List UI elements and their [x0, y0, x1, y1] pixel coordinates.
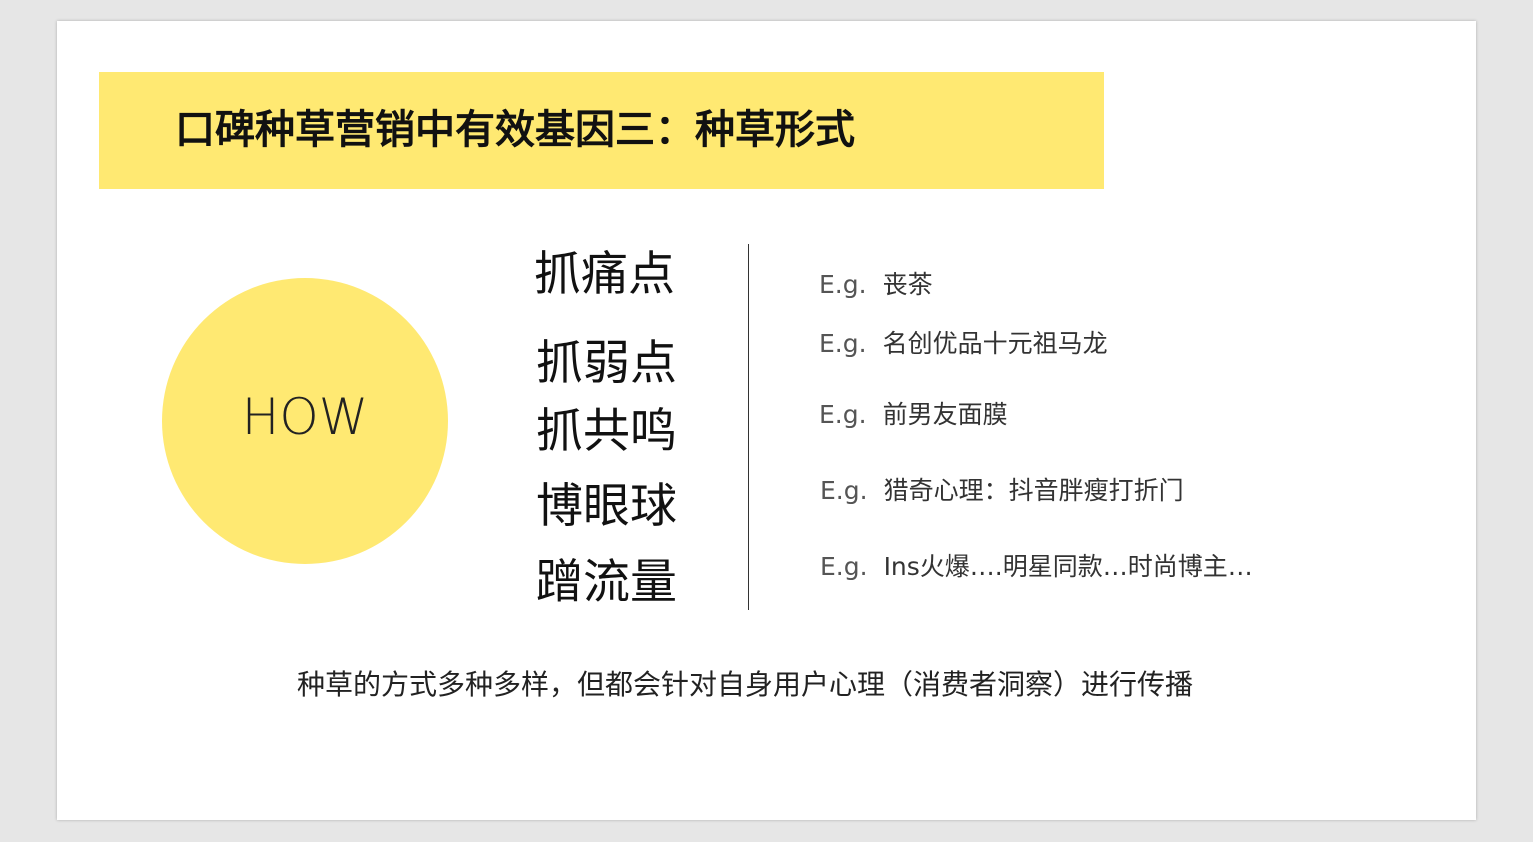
how-label: HOW	[241, 388, 369, 446]
example-prefix: E.g.	[819, 400, 867, 429]
vertical-divider	[748, 244, 749, 610]
slide: 口碑种草营销中有效基因三：种草形式 HOW 抓痛点 抓弱点 抓共鸣 博眼球 蹭流…	[57, 21, 1476, 820]
example-text: 前男友面膜	[882, 400, 1008, 429]
how-circle: HOW	[162, 278, 448, 564]
method-resonance: 抓共鸣	[536, 404, 677, 459]
example-text: 猎奇心理：抖音胖瘦打折门	[883, 476, 1184, 505]
example-text: Ins火爆….明星同款…时尚博主…	[883, 552, 1253, 581]
summary-text: 种草的方式多种多样，但都会针对自身用户心理（消费者洞察）进行传播	[297, 668, 1194, 701]
example-item: E.g. 丧茶	[819, 272, 933, 297]
slide-title: 口碑种草营销中有效基因三：种草形式	[175, 107, 855, 153]
example-item: E.g. 猎奇心理：抖音胖瘦打折门	[820, 478, 1184, 503]
example-text: 名创优品十元祖马龙	[882, 329, 1108, 358]
example-item: E.g. 名创优品十元祖马龙	[819, 331, 1108, 356]
example-prefix: E.g.	[819, 329, 867, 358]
title-banner: 口碑种草营销中有效基因三：种草形式	[99, 72, 1104, 189]
example-prefix: E.g.	[820, 552, 868, 581]
example-text: 丧茶	[882, 270, 933, 299]
method-traffic: 蹭流量	[536, 555, 677, 610]
method-pain-point: 抓痛点	[534, 247, 675, 302]
example-item: E.g. Ins火爆….明星同款…时尚博主…	[820, 554, 1253, 579]
example-prefix: E.g.	[819, 270, 867, 299]
method-eye-catching: 博眼球	[536, 479, 677, 534]
method-weak-point: 抓弱点	[536, 336, 677, 391]
example-item: E.g. 前男友面膜	[819, 402, 1008, 427]
example-prefix: E.g.	[820, 476, 868, 505]
